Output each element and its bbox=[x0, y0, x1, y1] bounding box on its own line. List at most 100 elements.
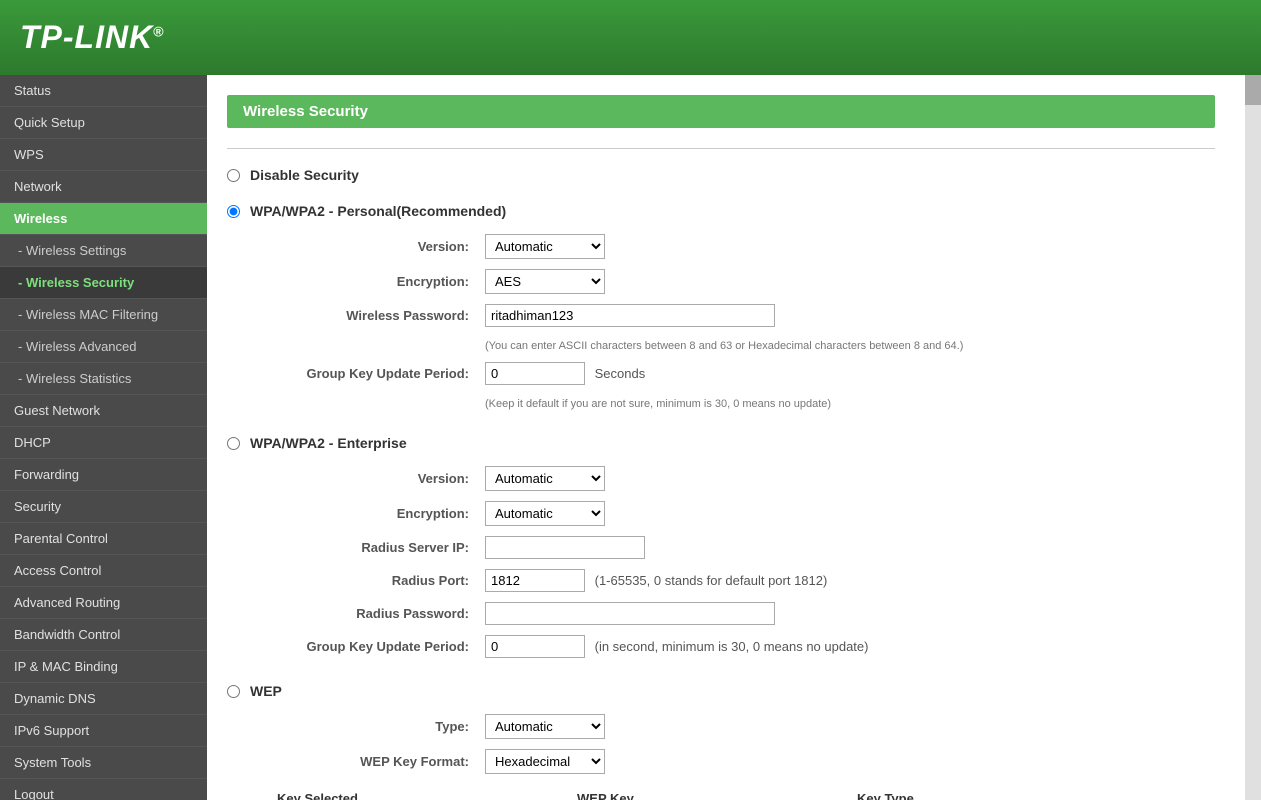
group-key-cell: Seconds bbox=[477, 357, 971, 390]
ent-group-key-cell: (in second, minimum is 30, 0 means no up… bbox=[477, 630, 876, 663]
wpa-personal-encryption-select[interactable]: AES TKIP Automatic bbox=[485, 269, 605, 294]
wep-label: WEP bbox=[250, 683, 282, 699]
disable-security-option: Disable Security bbox=[227, 167, 1215, 183]
sidebar-item-network[interactable]: Network bbox=[0, 171, 207, 203]
group-key-hint-cell-personal: (Keep it default if you are not sure, mi… bbox=[477, 390, 971, 415]
radius-port-label: Radius Port: bbox=[277, 564, 477, 597]
sidebar-item-system-tools[interactable]: System Tools bbox=[0, 747, 207, 779]
header: TP-LINK® bbox=[0, 0, 1261, 75]
sidebar-item-wireless-mac[interactable]: - Wireless MAC Filtering bbox=[0, 299, 207, 331]
wpa-personal-radio[interactable] bbox=[227, 205, 240, 218]
wpa-enterprise-radio[interactable] bbox=[227, 437, 240, 450]
group-key-label: Group Key Update Period: bbox=[277, 357, 477, 390]
wpa-personal-header: WPA/WPA2 - Personal(Recommended) bbox=[227, 203, 1215, 219]
sidebar-item-bandwidth-control[interactable]: Bandwidth Control bbox=[0, 619, 207, 651]
wep-table-header: Key Selected WEP Key Key Type bbox=[277, 787, 1215, 800]
version-row: Version: Automatic WPA WPA2 bbox=[277, 229, 971, 264]
wpa-enterprise-label: WPA/WPA2 - Enterprise bbox=[250, 435, 407, 451]
wep-col-selected: Key Selected bbox=[277, 791, 577, 800]
group-key-input-enterprise[interactable] bbox=[485, 635, 585, 658]
sidebar-item-wireless-advanced[interactable]: - Wireless Advanced bbox=[0, 331, 207, 363]
sidebar-item-access-control[interactable]: Access Control bbox=[0, 555, 207, 587]
ent-group-key-row: Group Key Update Period: (in second, min… bbox=[277, 630, 876, 663]
encryption-cell: AES TKIP Automatic bbox=[477, 264, 971, 299]
ent-version-cell: Automatic WPA WPA2 bbox=[477, 461, 876, 496]
wep-form: Type: Automatic Open System Shared Key W… bbox=[277, 709, 613, 779]
wep-option: WEP Type: Automatic Open System Shared K… bbox=[227, 683, 1215, 800]
sidebar-item-wireless-settings[interactable]: - Wireless Settings bbox=[0, 235, 207, 267]
wep-radio[interactable] bbox=[227, 685, 240, 698]
sidebar-item-wireless-security[interactable]: - Wireless Security bbox=[0, 267, 207, 299]
wep-type-label: Type: bbox=[277, 709, 477, 744]
wpa-personal-label: WPA/WPA2 - Personal(Recommended) bbox=[250, 203, 506, 219]
wireless-password-input[interactable] bbox=[485, 304, 775, 327]
sidebar-item-dynamic-dns[interactable]: Dynamic DNS bbox=[0, 683, 207, 715]
content-area: Wireless Security Disable Security WPA/W… bbox=[207, 75, 1245, 800]
wpa-personal-option: WPA/WPA2 - Personal(Recommended) Version… bbox=[227, 203, 1215, 415]
password-label: Wireless Password: bbox=[277, 299, 477, 332]
sidebar-item-wireless-stats[interactable]: - Wireless Statistics bbox=[0, 363, 207, 395]
sidebar-item-security[interactable]: Security bbox=[0, 491, 207, 523]
wep-format-select[interactable]: Hexadecimal ASCII bbox=[485, 749, 605, 774]
encryption-row: Encryption: AES TKIP Automatic bbox=[277, 264, 971, 299]
ent-version-row: Version: Automatic WPA WPA2 bbox=[277, 461, 876, 496]
password-hint-text: (You can enter ASCII characters between … bbox=[485, 340, 963, 352]
ent-encryption-row: Encryption: Automatic AES TKIP bbox=[277, 496, 876, 531]
wep-type-row: Type: Automatic Open System Shared Key bbox=[277, 709, 613, 744]
radius-ip-row: Radius Server IP: bbox=[277, 531, 876, 564]
sidebar-item-quick-setup[interactable]: Quick Setup bbox=[0, 107, 207, 139]
password-hint-cell: (You can enter ASCII characters between … bbox=[477, 332, 971, 357]
group-key-hint-spacer-personal bbox=[277, 390, 477, 415]
wep-format-row: WEP Key Format: Hexadecimal ASCII bbox=[277, 744, 613, 779]
radius-pass-cell bbox=[477, 597, 876, 630]
wpa-enterprise-encryption-select[interactable]: Automatic AES TKIP bbox=[485, 501, 605, 526]
logo: TP-LINK® bbox=[20, 19, 165, 56]
main-content: Wireless Security Disable Security WPA/W… bbox=[207, 75, 1245, 800]
sidebar-item-status[interactable]: Status bbox=[0, 75, 207, 107]
radius-ip-input[interactable] bbox=[485, 536, 645, 559]
sidebar-item-wps[interactable]: WPS bbox=[0, 139, 207, 171]
wpa-enterprise-version-select[interactable]: Automatic WPA WPA2 bbox=[485, 466, 605, 491]
password-cell bbox=[477, 299, 971, 332]
group-key-unit-personal: Seconds bbox=[595, 366, 646, 381]
password-hint-row: (You can enter ASCII characters between … bbox=[277, 332, 971, 357]
wep-type-cell: Automatic Open System Shared Key bbox=[477, 709, 613, 744]
ent-version-label: Version: bbox=[277, 461, 477, 496]
page-title: Wireless Security bbox=[227, 95, 1215, 128]
section-divider bbox=[227, 148, 1215, 149]
wep-format-cell: Hexadecimal ASCII bbox=[477, 744, 613, 779]
sidebar-item-wireless[interactable]: Wireless bbox=[0, 203, 207, 235]
radius-password-input[interactable] bbox=[485, 602, 775, 625]
disable-security-header: Disable Security bbox=[227, 167, 1215, 183]
layout: Status Quick Setup WPS Network Wireless … bbox=[0, 75, 1261, 800]
radius-ip-cell bbox=[477, 531, 876, 564]
sidebar-item-ipv6-support[interactable]: IPv6 Support bbox=[0, 715, 207, 747]
radius-port-hint: (1-65535, 0 stands for default port 1812… bbox=[595, 573, 828, 588]
password-row: Wireless Password: bbox=[277, 299, 971, 332]
group-key-hint-enterprise: (in second, minimum is 30, 0 means no up… bbox=[595, 639, 869, 654]
group-key-row: Group Key Update Period: Seconds bbox=[277, 357, 971, 390]
sidebar-item-guest-network[interactable]: Guest Network bbox=[0, 395, 207, 427]
ent-group-key-label: Group Key Update Period: bbox=[277, 630, 477, 663]
sidebar-item-logout[interactable]: Logout bbox=[0, 779, 207, 800]
group-key-hint-text-personal: (Keep it default if you are not sure, mi… bbox=[485, 398, 831, 410]
sidebar-item-advanced-routing[interactable]: Advanced Routing bbox=[0, 587, 207, 619]
radius-port-input[interactable] bbox=[485, 569, 585, 592]
wep-type-select[interactable]: Automatic Open System Shared Key bbox=[485, 714, 605, 739]
sidebar-item-ip-mac-binding[interactable]: IP & MAC Binding bbox=[0, 651, 207, 683]
radius-port-cell: (1-65535, 0 stands for default port 1812… bbox=[477, 564, 876, 597]
sidebar-item-parental-control[interactable]: Parental Control bbox=[0, 523, 207, 555]
sidebar-item-forwarding[interactable]: Forwarding bbox=[0, 459, 207, 491]
sidebar-item-dhcp[interactable]: DHCP bbox=[0, 427, 207, 459]
reg-symbol: ® bbox=[153, 23, 164, 39]
wep-col-key: WEP Key bbox=[577, 791, 857, 800]
disable-security-radio[interactable] bbox=[227, 169, 240, 182]
sidebar: Status Quick Setup WPS Network Wireless … bbox=[0, 75, 207, 800]
password-hint-spacer bbox=[277, 332, 477, 357]
version-cell: Automatic WPA WPA2 bbox=[477, 229, 971, 264]
ent-encryption-label: Encryption: bbox=[277, 496, 477, 531]
scrollbar-thumb[interactable] bbox=[1245, 75, 1261, 105]
wpa-enterprise-option: WPA/WPA2 - Enterprise Version: Automatic… bbox=[227, 435, 1215, 663]
wpa-personal-version-select[interactable]: Automatic WPA WPA2 bbox=[485, 234, 605, 259]
group-key-input-personal[interactable] bbox=[485, 362, 585, 385]
